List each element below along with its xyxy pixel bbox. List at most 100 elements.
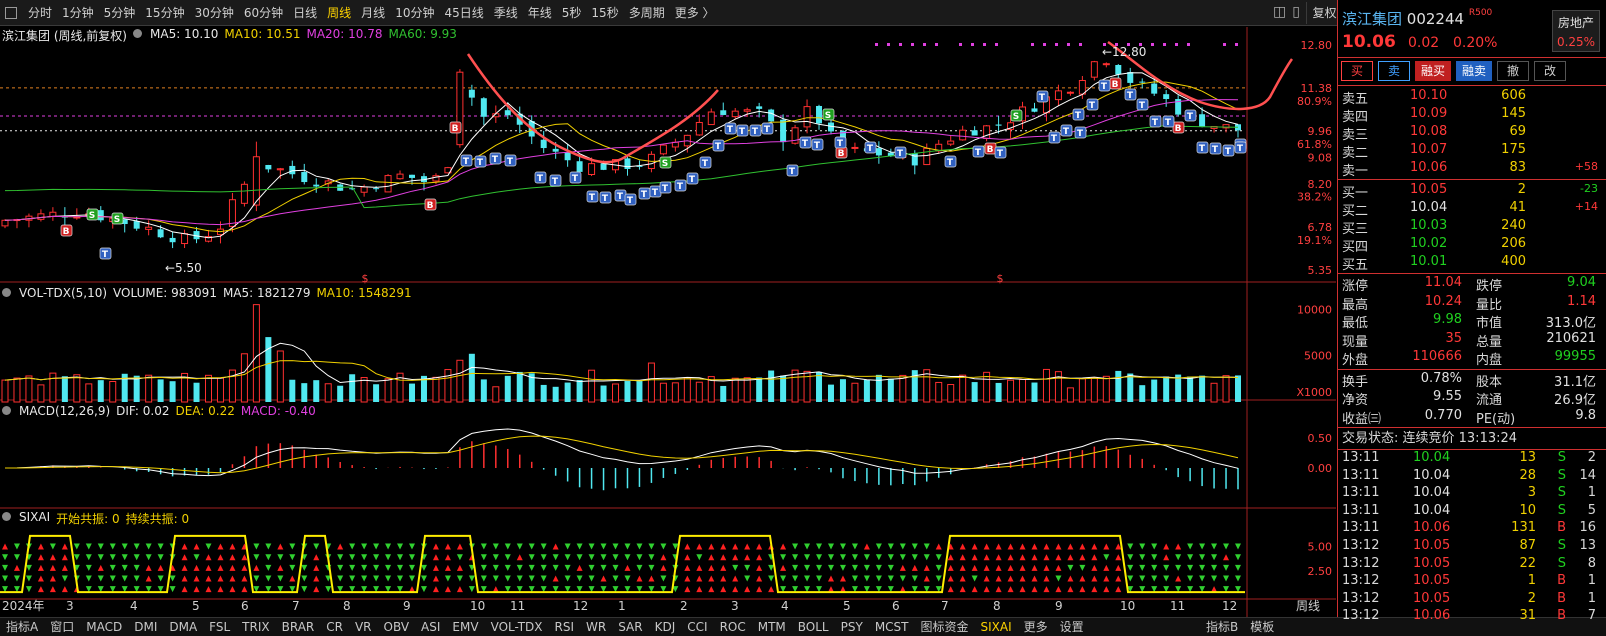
indicator-tab-5[interactable]: FSL xyxy=(203,618,236,636)
period-tab-7[interactable]: 周线 xyxy=(322,2,356,24)
period-tab-10[interactable]: 45日线 xyxy=(439,2,488,24)
indicator-tab-10[interactable]: OBV xyxy=(378,618,416,636)
period-tab-9[interactable]: 10分钟 xyxy=(390,2,439,24)
period-tab-0[interactable]: 分时 xyxy=(23,2,57,24)
buy-level-row[interactable]: 买三 10.03 240 xyxy=(1338,218,1606,237)
indicator-tab-22[interactable]: PSY xyxy=(835,618,869,636)
indicator-tab-1[interactable]: 窗口 xyxy=(44,618,80,636)
layout-toggle-icon[interactable] xyxy=(5,6,17,19)
period-tab-8[interactable]: 月线 xyxy=(356,2,390,24)
trade-button-3[interactable]: 融卖 xyxy=(1456,61,1492,81)
settings-dot-icon[interactable] xyxy=(133,27,144,44)
buy-level-row[interactable]: 买二 10.04 41 +14 xyxy=(1338,200,1606,219)
sixai-settings-dot-icon[interactable] xyxy=(2,510,13,527)
indicator-tab-0[interactable]: 指标A xyxy=(0,618,44,636)
period-tab-2[interactable]: 5分钟 xyxy=(99,2,141,24)
sixai-down-arrow xyxy=(420,586,427,593)
sell-level-row[interactable]: 卖四 10.09 145 xyxy=(1338,106,1606,125)
period-tab-15[interactable]: 多周期 xyxy=(624,2,670,24)
indicator-tab-8[interactable]: CR xyxy=(320,618,349,636)
collapse-icon[interactable]: ◫ xyxy=(1273,4,1286,20)
sell-level-price: 10.08 xyxy=(1410,124,1448,139)
sixai-down-arrow xyxy=(636,543,643,550)
macd-settings-dot-icon[interactable] xyxy=(2,404,13,418)
indicator-tab-9[interactable]: VR xyxy=(349,618,378,636)
sixai-down-arrow xyxy=(899,543,906,550)
sixai-up-arrow xyxy=(229,554,236,561)
indicator-tab-19[interactable]: ROC xyxy=(714,618,752,636)
tick-row[interactable]: 13:11 10.04 3 S 1 xyxy=(1338,485,1606,503)
tick-row[interactable]: 13:12 10.05 2 B 1 xyxy=(1338,591,1606,609)
indicator-tab-27[interactable]: 设置 xyxy=(1054,618,1090,636)
period-tab-6[interactable]: 日线 xyxy=(288,2,322,24)
trade-button-4[interactable]: 撤 xyxy=(1497,61,1529,81)
period-tab-13[interactable]: 5秒 xyxy=(557,2,587,24)
candle-body xyxy=(1066,91,1074,94)
sixai-down-arrow xyxy=(2,575,8,582)
price-axis-label: 6.78 xyxy=(1308,221,1333,234)
tick-row[interactable]: 13:11 10.04 10 S 5 xyxy=(1338,503,1606,521)
indicator-tab-25[interactable]: SIXAI xyxy=(975,618,1018,636)
buy-level-row[interactable]: 买一 10.05 2 -23 xyxy=(1338,182,1606,201)
indicator-tab-11[interactable]: ASI xyxy=(415,618,446,636)
period-tab-14[interactable]: 15秒 xyxy=(586,2,623,24)
indicator-tab-13[interactable]: VOL-TDX xyxy=(485,618,549,636)
period-tab-12[interactable]: 年线 xyxy=(523,2,557,24)
period-tab-3[interactable]: 15分钟 xyxy=(140,2,189,24)
sixai-up-arrow xyxy=(49,586,56,593)
sixai-up-arrow xyxy=(61,554,68,561)
sixai-down-arrow xyxy=(109,543,116,550)
indicator-tab-24[interactable]: 图标资金 xyxy=(915,618,975,636)
tick-row[interactable]: 13:12 10.05 22 S 8 xyxy=(1338,556,1606,574)
indicator-right-tab-1[interactable]: 模板 xyxy=(1244,618,1280,636)
indicator-tab-20[interactable]: MTM xyxy=(752,618,792,636)
tick-row[interactable]: 13:11 10.04 28 S 14 xyxy=(1338,468,1606,486)
indicator-tab-7[interactable]: BRAR xyxy=(276,618,321,636)
tick-row[interactable]: 13:11 10.06 131 B 16 xyxy=(1338,520,1606,538)
trade-button-2[interactable]: 融买 xyxy=(1415,61,1451,81)
tick-row[interactable]: 13:12 10.05 87 S 13 xyxy=(1338,538,1606,556)
indicator-tab-14[interactable]: RSI xyxy=(549,618,581,636)
indicator-tab-6[interactable]: TRIX xyxy=(236,618,275,636)
sixai-down-arrow xyxy=(265,554,272,561)
sell-level-row[interactable]: 卖二 10.07 175 xyxy=(1338,142,1606,161)
period-tab-5[interactable]: 60分钟 xyxy=(239,2,288,24)
buy-level-row[interactable]: 买五 10.01 400 xyxy=(1338,254,1606,273)
sixai-up-arrow xyxy=(995,554,1002,561)
trade-button-5[interactable]: 改 xyxy=(1534,61,1566,81)
indicator-tab-3[interactable]: DMI xyxy=(128,618,163,636)
indicator-tab-2[interactable]: MACD xyxy=(80,618,128,636)
indicator-tab-23[interactable]: MCST xyxy=(869,618,915,636)
indicator-right-tab-0[interactable]: 指标B xyxy=(1200,618,1244,636)
kline-chart-area[interactable]: 12.80 11.38 80.9% 9.96 61.8% 9.08 8.20 38.2% 6.7… xyxy=(0,27,1336,618)
vol-settings-dot-icon[interactable] xyxy=(2,286,13,300)
buy-level-row[interactable]: 买四 10.02 206 xyxy=(1338,236,1606,255)
industry-box[interactable]: 房地产 0.25% xyxy=(1552,10,1600,52)
tick-row[interactable]: 13:11 10.04 13 S 2 xyxy=(1338,450,1606,468)
trend-signal-marker: T xyxy=(463,157,470,167)
indicator-tab-18[interactable]: CCI xyxy=(681,618,713,636)
tick-row[interactable]: 13:12 10.05 1 B 1 xyxy=(1338,573,1606,591)
sell-level-row[interactable]: 卖一 10.06 83 +58 xyxy=(1338,160,1606,179)
indicator-tab-4[interactable]: DMA xyxy=(163,618,203,636)
trade-button-1[interactable]: 卖 xyxy=(1378,61,1410,81)
indicator-tab-15[interactable]: WR xyxy=(580,618,612,636)
sell-level-row[interactable]: 卖三 10.08 69 xyxy=(1338,124,1606,143)
stat-key: 最低 xyxy=(1342,316,1369,331)
period-tab-4[interactable]: 30分钟 xyxy=(190,2,239,24)
indicator-tab-17[interactable]: KDJ xyxy=(649,618,682,636)
trade-button-0[interactable]: 买 xyxy=(1341,61,1373,81)
volume-bar xyxy=(1127,373,1134,402)
period-tab-11[interactable]: 季线 xyxy=(489,2,523,24)
tick-row[interactable]: 13:12 10.06 31 B 7 xyxy=(1338,608,1606,626)
sell-level-row[interactable]: 卖五 10.10 606 xyxy=(1338,88,1606,107)
chart-canvas[interactable]: 12.80 11.3880.9% 9.9661.8%9.08 8.2038.2% 6.7… xyxy=(0,27,1336,618)
indicator-tab-12[interactable]: EMV xyxy=(446,618,484,636)
tick-list[interactable]: 13:11 10.04 13 S 2 13:11 10.04 28 S 14 13:11 10.04 3… xyxy=(1338,450,1606,626)
period-tab-16[interactable]: 更多 〉 xyxy=(670,2,720,24)
period-tab-1[interactable]: 1分钟 xyxy=(57,2,99,24)
indicator-tab-26[interactable]: 更多 xyxy=(1018,618,1054,636)
expand-icon[interactable]: ▯ xyxy=(1292,4,1300,20)
indicator-tab-21[interactable]: BOLL xyxy=(792,618,835,636)
indicator-tab-16[interactable]: SAR xyxy=(612,618,648,636)
